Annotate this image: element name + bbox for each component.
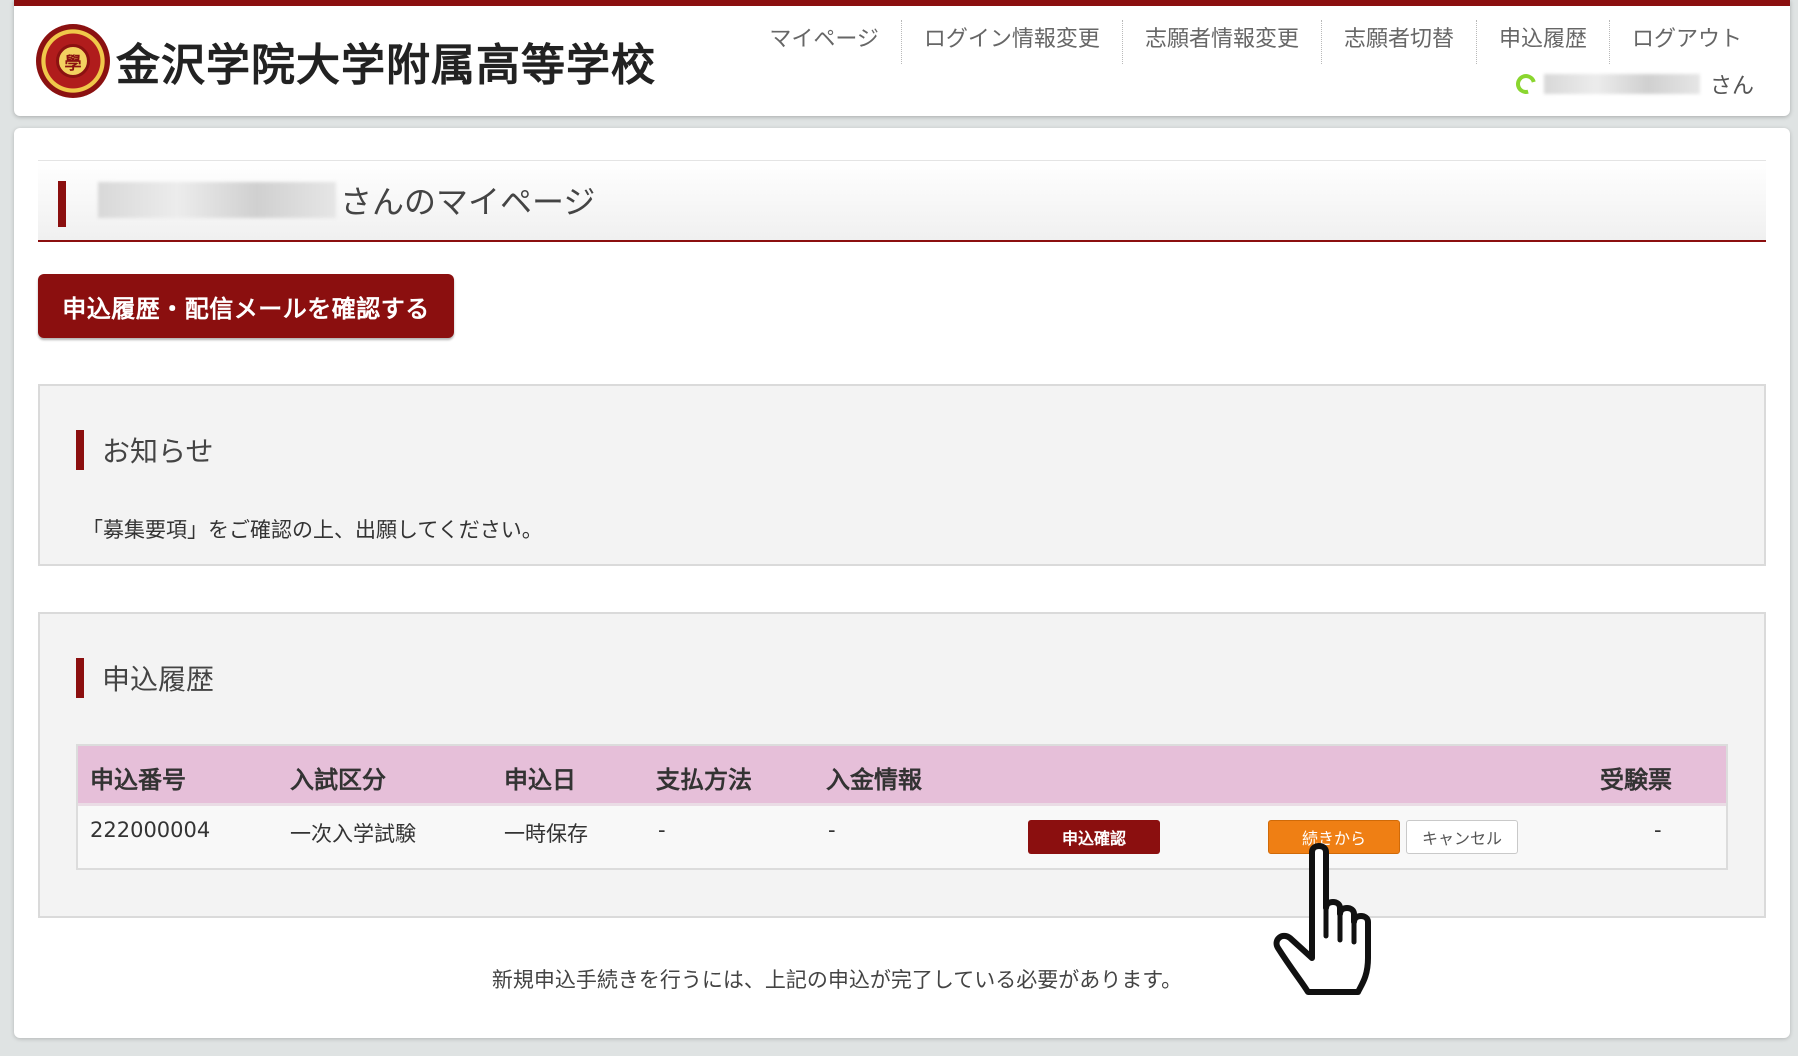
notice-heading-text: お知らせ — [102, 435, 214, 468]
nav-mypage[interactable]: マイページ — [747, 20, 901, 64]
column-header-payment: 支払方法 — [656, 766, 752, 794]
section-accent-bar — [76, 658, 84, 698]
application-confirm-button[interactable]: 申込確認 — [1028, 820, 1160, 854]
column-header-number: 申込番号 — [90, 766, 186, 794]
footer-note: 新規申込手続きを行うには、上記の申込が完了している必要があります。 — [491, 968, 1183, 992]
school-name: 金沢学院大学附属高等学校 — [116, 40, 656, 91]
cell-ticket: - — [1654, 818, 1662, 842]
nav-login-info-change[interactable]: ログイン情報変更 — [900, 20, 1122, 64]
section-accent-bar — [76, 430, 84, 470]
logged-in-user: さん — [1512, 68, 1754, 100]
table-row: 222000004 一次入学試験 一時保存 - - 申込確認 続きから キャンセ… — [78, 806, 1726, 868]
site-header: 學 金沢学院大学附属高等学校 マイページ ログイン情報変更 志願者情報変更 志願… — [14, 0, 1790, 116]
application-history-section: 申込履歴 申込番号 入試区分 申込日 支払方法 入金情報 受験票 2220000… — [38, 612, 1766, 918]
nav-logout[interactable]: ログアウト — [1608, 20, 1764, 64]
crest-character: 學 — [56, 44, 90, 78]
column-header-ticket: 受験票 — [1600, 766, 1672, 794]
notice-text: 「募集要項」をご確認の上、出願してください。 — [82, 518, 543, 542]
user-status-icon — [1512, 70, 1540, 98]
hand-pointer-icon — [1273, 843, 1371, 995]
page-title-bar: さんのマイページ — [38, 160, 1766, 242]
notice-section: お知らせ 「募集要項」をご確認の上、出願してください。 — [38, 384, 1766, 566]
cell-payment: - — [658, 818, 666, 842]
history-heading: 申込履歴 — [76, 658, 214, 698]
school-crest-icon: 學 — [36, 24, 110, 98]
notice-heading: お知らせ — [76, 430, 213, 470]
table-header: 申込番号 入試区分 申込日 支払方法 入金情報 受験票 — [78, 746, 1726, 806]
top-navigation: マイページ ログイン情報変更 志願者情報変更 志願者切替 申込履歴 ログアウト — [747, 20, 1764, 64]
history-mail-button[interactable]: 申込履歴・配信メールを確認する — [38, 274, 454, 338]
nav-application-history[interactable]: 申込履歴 — [1475, 20, 1609, 64]
page-title-suffix: さんのマイページ — [340, 183, 596, 221]
cell-deposit: - — [828, 818, 836, 842]
history-heading-text: 申込履歴 — [102, 663, 215, 696]
cell-date: 一時保存 — [504, 822, 588, 846]
column-header-category: 入試区分 — [290, 766, 386, 794]
cell-number: 222000004 — [90, 818, 211, 842]
nav-applicant-switch[interactable]: 志願者切替 — [1320, 20, 1476, 64]
main-panel: さんのマイページ 申込履歴・配信メールを確認する お知らせ 「募集要項」をご確認… — [14, 128, 1790, 1038]
column-header-deposit: 入金情報 — [826, 766, 922, 794]
history-table: 申込番号 入試区分 申込日 支払方法 入金情報 受験票 222000004 一次… — [76, 744, 1728, 870]
user-suffix: さん — [1709, 74, 1754, 99]
applicant-name-redacted — [98, 182, 336, 218]
user-name-redacted — [1543, 74, 1700, 94]
school-logo[interactable]: 學 金沢学院大学附属高等学校 — [36, 24, 656, 98]
title-accent-bar — [58, 181, 66, 227]
column-header-date: 申込日 — [504, 766, 576, 794]
cancel-button[interactable]: キャンセル — [1406, 820, 1518, 854]
cell-category: 一次入学試験 — [290, 822, 416, 846]
page-title: さんのマイページ — [98, 177, 595, 223]
nav-applicant-info-change[interactable]: 志願者情報変更 — [1121, 20, 1321, 64]
